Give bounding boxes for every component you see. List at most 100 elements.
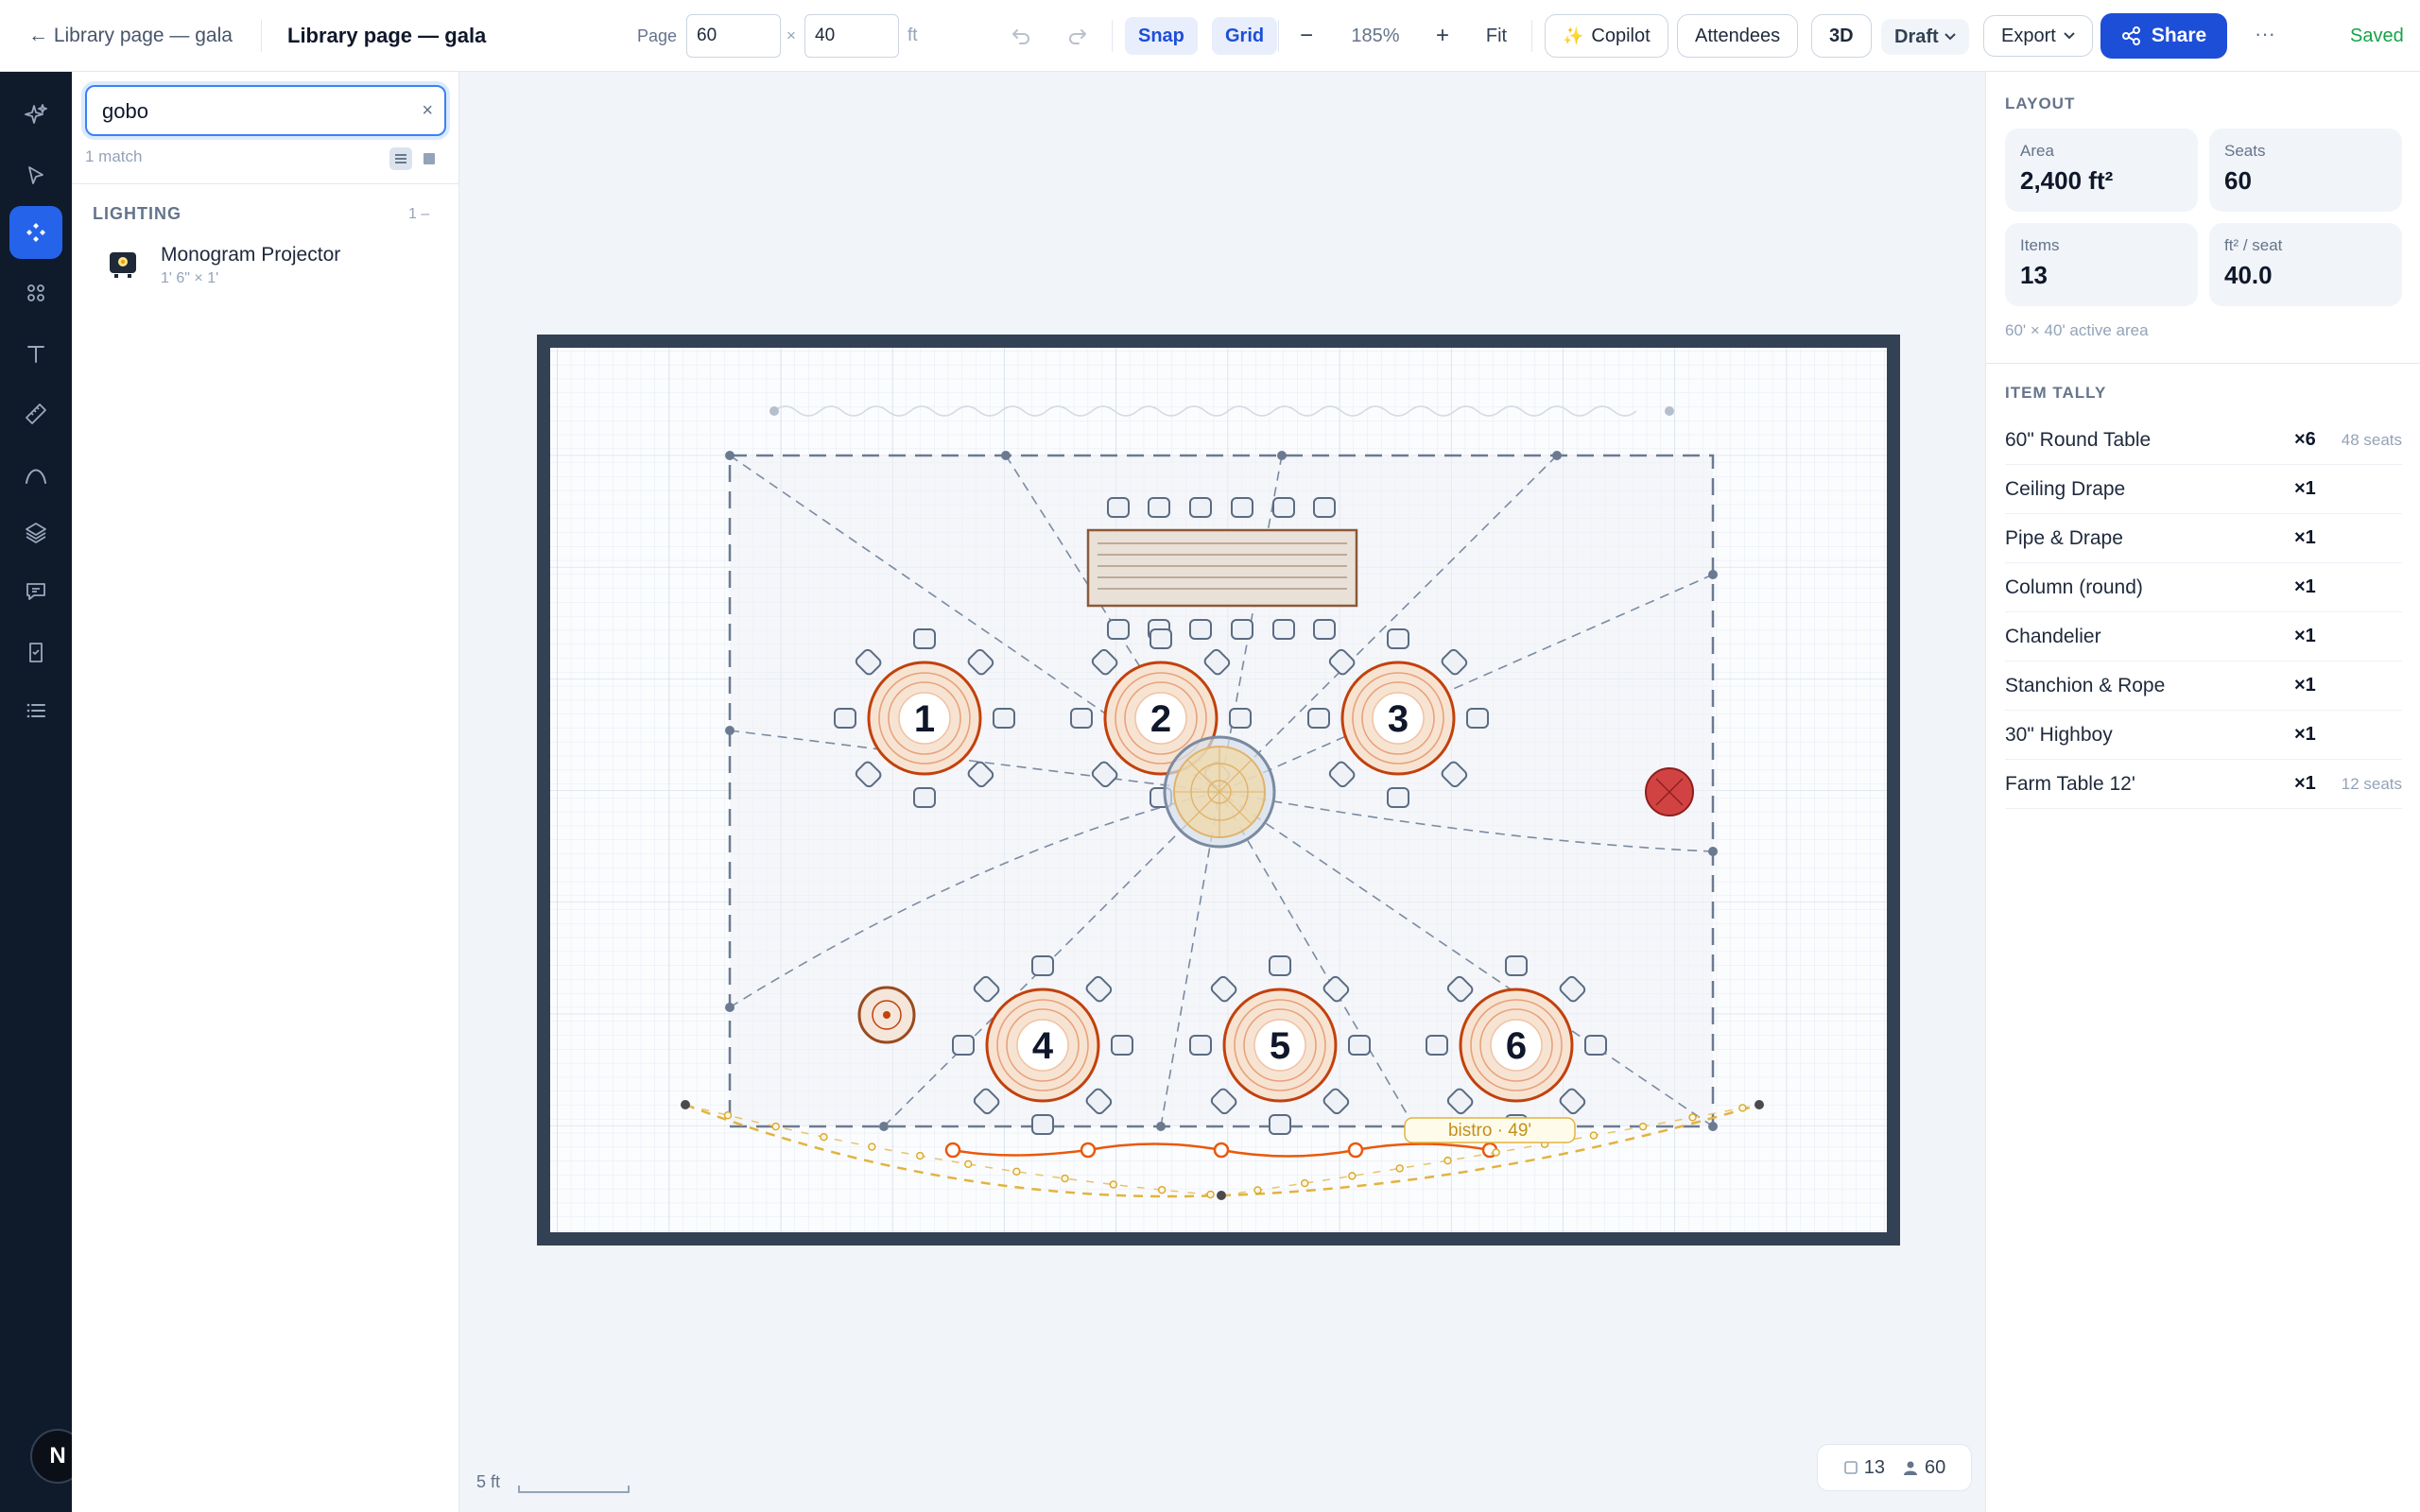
- back-to-library-link[interactable]: ← Library page — gala: [28, 19, 233, 53]
- column-round[interactable]: [1645, 767, 1694, 816]
- chair[interactable]: [1189, 497, 1212, 518]
- tally-row[interactable]: Pipe & Drape ×1: [2005, 514, 2402, 563]
- pipe-end[interactable]: [1665, 406, 1674, 416]
- redo-icon[interactable]: [1059, 17, 1097, 55]
- chair[interactable]: [1505, 955, 1528, 976]
- clear-search-icon[interactable]: ×: [422, 100, 433, 122]
- chair[interactable]: [1148, 497, 1170, 518]
- bistro-bulb: [1589, 1131, 1599, 1140]
- chair[interactable]: [913, 628, 936, 649]
- chair[interactable]: [1070, 708, 1093, 729]
- chair[interactable]: [1231, 619, 1253, 640]
- export-dropdown[interactable]: Export: [1983, 15, 2093, 57]
- divider: [72, 183, 459, 184]
- chair[interactable]: [993, 708, 1015, 729]
- chair[interactable]: [1584, 1035, 1607, 1056]
- chair[interactable]: [834, 708, 856, 729]
- tool-rail: [0, 72, 72, 1512]
- zoom-out-button[interactable]: −: [1289, 17, 1323, 55]
- chair[interactable]: [952, 1035, 975, 1056]
- chair[interactable]: [1313, 497, 1336, 518]
- chair[interactable]: [1189, 1035, 1212, 1056]
- curve-tool[interactable]: [9, 448, 62, 501]
- guest-count: 60: [1902, 1457, 1945, 1479]
- tally-row[interactable]: 30" Highboy ×1: [2005, 711, 2402, 760]
- chair[interactable]: [1466, 708, 1489, 729]
- library-search-input[interactable]: gobo ×: [85, 85, 446, 136]
- chair[interactable]: [1269, 955, 1291, 976]
- highboy-30[interactable]: [857, 986, 916, 1044]
- page-width-input[interactable]: [686, 14, 781, 58]
- more-options-button[interactable]: ···: [2244, 15, 2286, 53]
- share-button[interactable]: Share: [2100, 13, 2227, 59]
- tally-row[interactable]: Ceiling Drape ×1: [2005, 465, 2402, 514]
- chair[interactable]: [1229, 708, 1252, 729]
- section-count[interactable]: 1 –: [408, 206, 429, 223]
- copilot-button[interactable]: ✨ Copilot: [1545, 14, 1668, 58]
- grid-toggle[interactable]: Grid: [1212, 17, 1278, 55]
- chair[interactable]: [1307, 708, 1330, 729]
- document-title[interactable]: Library page — gala: [287, 19, 486, 53]
- chair[interactable]: [1107, 497, 1130, 518]
- zoom-level[interactable]: 185%: [1342, 17, 1409, 55]
- tally-row[interactable]: Stanchion & Rope ×1: [2005, 662, 2402, 711]
- chair[interactable]: [1189, 619, 1212, 640]
- layers-tool[interactable]: [9, 507, 62, 559]
- floor-plan[interactable]: 1 2 34 5 6 bistro · 49': [459, 72, 1985, 1433]
- chair[interactable]: [1111, 1035, 1133, 1056]
- chair[interactable]: [1313, 619, 1336, 640]
- grid-dots-icon: [27, 284, 44, 301]
- checklist-tool[interactable]: [9, 626, 62, 679]
- tally-row[interactable]: 60" Round Table ×6 48 seats: [2005, 416, 2402, 465]
- apps-tool[interactable]: [9, 266, 62, 319]
- chair[interactable]: [1150, 628, 1172, 649]
- cursor-icon: [28, 166, 43, 184]
- grid-view-icon[interactable]: [418, 147, 441, 170]
- bistro-bulb: [723, 1111, 733, 1120]
- chair[interactable]: [1272, 619, 1295, 640]
- bistro-bulb: [1157, 1185, 1167, 1194]
- tally-qty: ×1: [2294, 675, 2316, 696]
- bistro-bulb: [1492, 1148, 1500, 1157]
- zoom-in-button[interactable]: +: [1426, 17, 1460, 55]
- chair[interactable]: [1426, 1035, 1448, 1056]
- bistro-bulb: [771, 1122, 780, 1131]
- library-item-monogram-projector[interactable]: Monogram Projector 1' 6" × 1': [85, 232, 446, 297]
- chair[interactable]: [1387, 628, 1409, 649]
- pipe-end[interactable]: [769, 406, 779, 416]
- chair[interactable]: [1269, 1114, 1291, 1135]
- chair[interactable]: [1107, 619, 1130, 640]
- ai-sparkle-tool[interactable]: [9, 89, 62, 142]
- draft-status-dropdown[interactable]: Draft: [1881, 19, 1969, 55]
- undo-icon[interactable]: [1002, 17, 1040, 55]
- chair[interactable]: [1231, 497, 1253, 518]
- tally-row[interactable]: Farm Table 12' ×1 12 seats: [2005, 760, 2402, 809]
- chair[interactable]: [1031, 955, 1054, 976]
- bistro-bulb: [1061, 1174, 1069, 1183]
- comments-tool[interactable]: [9, 565, 62, 618]
- 3d-view-button[interactable]: 3D: [1811, 14, 1872, 58]
- tally-qty: ×6: [2294, 429, 2316, 450]
- components-tool[interactable]: [9, 206, 62, 259]
- snap-toggle[interactable]: Snap: [1125, 17, 1198, 55]
- text-tool[interactable]: [9, 327, 62, 380]
- fit-button[interactable]: Fit: [1475, 17, 1518, 55]
- chair[interactable]: [1387, 787, 1409, 808]
- chair[interactable]: [1348, 1035, 1371, 1056]
- list-view-icon[interactable]: [389, 147, 412, 170]
- section-title-lighting[interactable]: LIGHTING: [93, 204, 182, 224]
- chair[interactable]: [1031, 1114, 1054, 1135]
- tally-row[interactable]: Chandelier ×1: [2005, 612, 2402, 662]
- page-height-input[interactable]: [804, 14, 899, 58]
- measure-tool[interactable]: [9, 387, 62, 440]
- chandelier[interactable]: [1163, 735, 1276, 849]
- tally-row[interactable]: Column (round) ×1: [2005, 563, 2402, 612]
- page-size-label: Page: [637, 26, 678, 45]
- attendees-button[interactable]: Attendees: [1677, 14, 1799, 58]
- outline-tool[interactable]: [9, 684, 62, 737]
- stat-value: 60: [2224, 166, 2252, 195]
- chair[interactable]: [1272, 497, 1295, 518]
- floor-plan-canvas[interactable]: 123456 bistro · 49' 5 ft 13 60: [459, 72, 1985, 1512]
- select-tool[interactable]: [9, 149, 62, 202]
- chair[interactable]: [913, 787, 936, 808]
